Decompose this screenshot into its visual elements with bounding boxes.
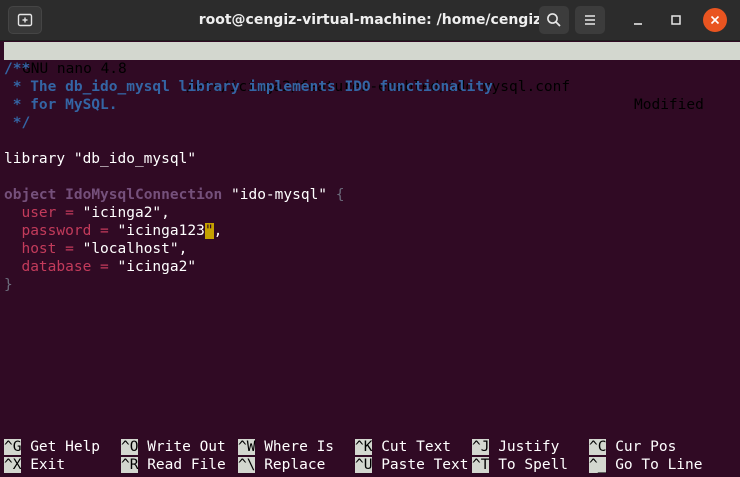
- search-icon: [547, 13, 561, 27]
- shortcut-cut-text[interactable]: ^K Cut Text: [355, 438, 451, 456]
- search-button[interactable]: [539, 6, 569, 34]
- shortcut-justify[interactable]: ^J Justify: [472, 438, 559, 456]
- code-line: library "db_ido_mysql": [4, 150, 740, 168]
- shortcut-write-out[interactable]: ^O Write Out: [121, 438, 226, 456]
- attr-value-tail: ,: [213, 223, 223, 239]
- library-name: "db_ido_mysql": [73, 151, 197, 167]
- hamburger-menu-icon: [585, 15, 595, 25]
- object-keyword: object: [4, 187, 57, 203]
- minimize-icon: [634, 23, 642, 25]
- text-cursor: ": [204, 223, 214, 239]
- comment-text: */: [4, 115, 31, 131]
- library-keyword: library: [4, 151, 66, 167]
- attr-value: "icinga2": [117, 259, 197, 275]
- attr-key: database: [21, 259, 92, 275]
- code-line: * The db_ido_mysql library implements ID…: [4, 78, 740, 96]
- close-button[interactable]: [703, 8, 727, 32]
- comment-text: * for MySQL.: [4, 97, 118, 113]
- attr-value: "localhost",: [82, 241, 188, 257]
- shortcut-to-spell[interactable]: ^T To Spell: [472, 456, 568, 474]
- code-line: password = "icinga123",: [4, 222, 740, 240]
- code-line: object IdoMysqlConnection "ido-mysql" {: [4, 186, 740, 204]
- shortcut-cur-pos[interactable]: ^C Cur Pos: [589, 438, 676, 456]
- header-bar: root@cengiz-virtual-machine: /home/cengi…: [0, 0, 740, 41]
- attr-equals: =: [91, 223, 118, 239]
- minimize-button[interactable]: [626, 8, 650, 32]
- new-tab-icon: [17, 13, 33, 27]
- attr-value: "icinga2",: [82, 205, 170, 221]
- code-line: * for MySQL.: [4, 96, 740, 114]
- attr-key: password: [21, 223, 92, 239]
- shortcut-go-to-line[interactable]: ^_ Go To Line: [589, 456, 703, 474]
- shortcut-where-is[interactable]: ^W Where Is: [238, 438, 334, 456]
- terminal-content[interactable]: GNU nano 4.8 /etc/icinga2/features-enabl…: [4, 42, 740, 477]
- close-brace: }: [4, 277, 13, 293]
- code-line: database = "icinga2": [4, 258, 740, 276]
- shortcut-paste-text[interactable]: ^U Paste Text: [355, 456, 469, 474]
- maximize-button[interactable]: [664, 8, 688, 32]
- shortcut-read-file[interactable]: ^R Read File: [121, 456, 226, 474]
- attr-equals: =: [91, 259, 118, 275]
- shortcut-row: ^G Get Help ^O Write Out ^W Where Is ^K …: [4, 438, 740, 456]
- maximize-icon: [671, 15, 681, 25]
- shortcut-replace[interactable]: ^\ Replace: [238, 456, 325, 474]
- attr-equals: =: [56, 241, 83, 257]
- code-line: /**: [4, 60, 740, 78]
- comment-text: /**: [4, 61, 31, 77]
- new-tab-button[interactable]: [8, 6, 42, 34]
- attr-value: "icinga123: [117, 223, 205, 239]
- code-line: }: [4, 276, 740, 294]
- attr-key: user: [21, 205, 57, 221]
- open-brace: {: [335, 187, 345, 203]
- nano-status-bar: GNU nano 4.8 /etc/icinga2/features-enabl…: [4, 42, 740, 113]
- object-name: "ido-mysql": [231, 187, 328, 203]
- code-line: host = "localhost",: [4, 240, 740, 258]
- object-type: IdoMysqlConnection: [65, 187, 223, 203]
- shortcut-get-help[interactable]: ^G Get Help: [4, 438, 100, 456]
- window-title: root@cengiz-virtual-machine: /home/cengi…: [198, 12, 542, 28]
- attr-key: host: [21, 241, 57, 257]
- shortcut-row: ^X Exit ^R Read File ^\ Replace ^U Paste…: [4, 456, 740, 474]
- comment-text: * The db_ido_mysql library implements ID…: [4, 79, 493, 95]
- code-line: user = "icinga2",: [4, 204, 740, 222]
- shortcut-exit[interactable]: ^X Exit: [4, 456, 65, 474]
- attr-equals: =: [56, 205, 83, 221]
- menu-button[interactable]: [575, 6, 605, 34]
- terminal-window: root@cengiz-virtual-machine: /home/cengi…: [0, 0, 740, 477]
- code-line: */: [4, 114, 740, 132]
- close-icon: [710, 15, 720, 25]
